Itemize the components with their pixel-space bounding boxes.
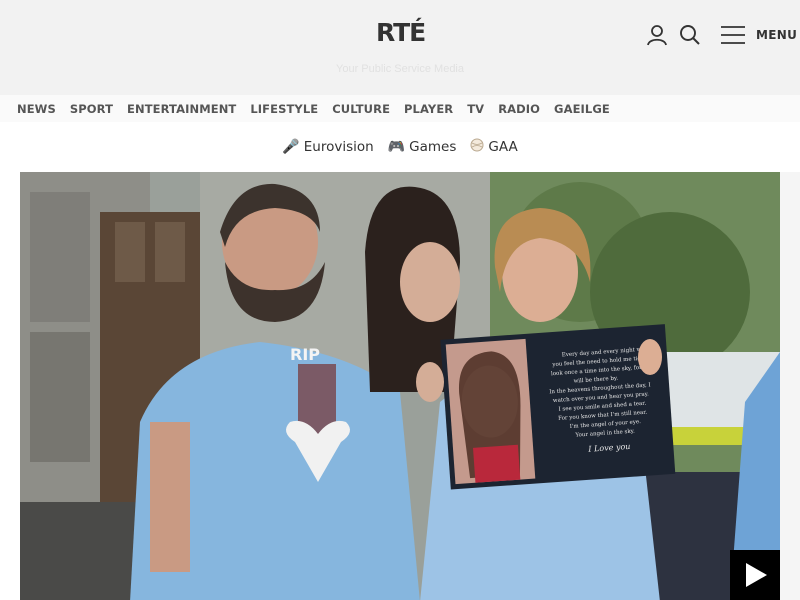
menu-button[interactable]: MENU: [720, 22, 797, 48]
nav-item-tv[interactable]: TV: [467, 102, 484, 116]
nav-item-entertainment[interactable]: ENTERTAINMENT: [127, 102, 236, 116]
page-edge: [780, 172, 800, 600]
shirt-text: RIP: [290, 345, 320, 364]
search-icon[interactable]: [677, 22, 703, 48]
quick-link-gaa[interactable]: GAA: [470, 138, 518, 156]
nav-item-radio[interactable]: RADIO: [498, 102, 540, 116]
hero-image[interactable]: RIP Every day and every night when you f…: [20, 172, 780, 600]
quick-link-label: Eurovision: [303, 139, 374, 155]
tagline: Your Public Service Media: [336, 63, 464, 75]
main-nav: NEWS SPORT ENTERTAINMENT LIFESTYLE CULTU…: [0, 95, 800, 122]
quick-link-eurovision[interactable]: 🎤 Eurovision: [282, 139, 373, 155]
nav-item-culture[interactable]: CULTURE: [332, 102, 390, 116]
gamepad-icon: 🎮: [387, 139, 406, 155]
nav-item-sport[interactable]: SPORT: [70, 102, 113, 116]
hamburger-icon: [721, 26, 745, 44]
nav-item-gaeilge[interactable]: GAEILGE: [554, 102, 610, 116]
site-header: RTÉ Your Public Service Media MENU: [0, 0, 800, 95]
menu-label: MENU: [756, 28, 798, 42]
play-icon: [746, 563, 767, 587]
quick-link-label: GAA: [488, 139, 518, 155]
nav-item-news[interactable]: NEWS: [17, 102, 56, 116]
quick-link-games[interactable]: 🎮 Games: [388, 139, 457, 155]
nav-item-player[interactable]: PLAYER: [404, 102, 453, 116]
quick-link-label: Games: [409, 139, 457, 155]
quick-links: 🎤 Eurovision 🎮 Games GAA: [0, 122, 800, 172]
gaa-ball-icon: [470, 138, 484, 156]
user-icon[interactable]: [644, 22, 670, 48]
nav-item-lifestyle[interactable]: LIFESTYLE: [250, 102, 318, 116]
play-button[interactable]: [730, 550, 780, 600]
rte-logo[interactable]: RTÉ: [376, 18, 426, 47]
microphone-icon: 🎤: [282, 139, 300, 155]
